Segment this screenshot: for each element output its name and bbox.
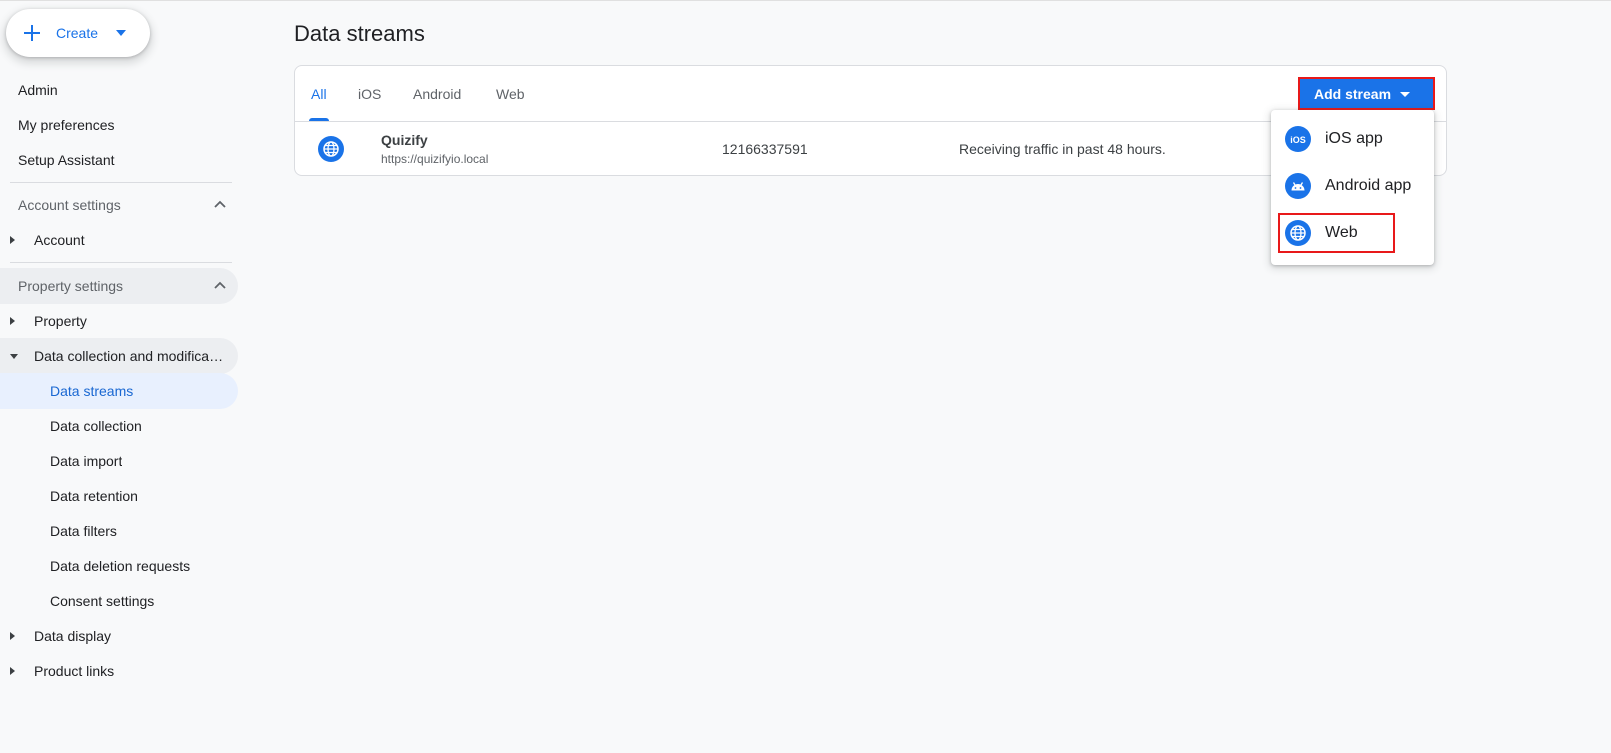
section-header-label: Account settings <box>18 197 121 213</box>
sidebar-item-data-filters[interactable]: Data filters <box>0 513 244 549</box>
sidebar-item-label: Data collection <box>50 418 142 434</box>
expand-arrow-icon <box>10 632 15 640</box>
sidebar-item-label: Account <box>34 232 85 248</box>
svg-text:iOS: iOS <box>1290 135 1306 145</box>
sidebar-item-my-preferences[interactable]: My preferences <box>0 107 244 143</box>
menu-item-label: Android app <box>1325 177 1412 194</box>
expand-arrow-icon <box>10 317 15 325</box>
android-icon <box>1285 173 1311 199</box>
chevron-up-icon <box>214 281 226 289</box>
chevron-up-icon <box>214 200 226 208</box>
sidebar-divider <box>10 262 232 263</box>
caret-down-icon <box>1400 92 1410 97</box>
menu-item-label: Web <box>1325 224 1358 241</box>
expand-arrow-icon <box>10 236 15 244</box>
property-settings-header[interactable]: Property settings <box>0 268 238 304</box>
sidebar-item-admin[interactable]: Admin <box>0 72 244 108</box>
stream-url: https://quizifyio.local <box>381 152 489 166</box>
expand-arrow-icon <box>10 667 15 675</box>
sidebar-item-label: Product links <box>34 663 115 679</box>
create-label: Create <box>56 25 99 41</box>
menu-item-android-app[interactable]: Android app <box>1271 163 1434 209</box>
collapse-arrow-icon <box>10 354 18 359</box>
sidebar-item-label: Data retention <box>50 488 138 504</box>
sidebar-item-label: Data collection and modifica… <box>34 348 224 364</box>
sidebar-item-setup-assistant[interactable]: Setup Assistant <box>0 142 244 178</box>
tab-label: Android <box>413 85 462 102</box>
caret-down-icon <box>116 30 127 36</box>
sidebar-item-data-collection[interactable]: Data collection <box>0 408 244 444</box>
sidebar-item-product-links[interactable]: Product links <box>0 653 244 689</box>
tab-android[interactable]: Android <box>413 66 461 121</box>
globe-icon <box>1285 220 1311 246</box>
sidebar-item-data-display[interactable]: Data display <box>0 618 244 654</box>
sidebar-divider <box>10 182 232 183</box>
stream-name: Quizify <box>381 132 428 148</box>
sidebar-item-label: Consent settings <box>50 593 155 609</box>
sidebar-item-label: Admin <box>18 82 58 98</box>
sidebar-item-property[interactable]: Property <box>0 303 244 339</box>
sidebar-item-label: Data display <box>34 628 112 644</box>
sidebar-item-data-streams[interactable]: Data streams <box>0 373 238 409</box>
tab-label: All <box>311 85 327 102</box>
sidebar-item-label: My preferences <box>18 117 115 133</box>
plus-icon <box>24 25 40 41</box>
ios-icon: iOS <box>1285 126 1311 152</box>
stream-id: 12166337591 <box>722 141 808 157</box>
tab-web[interactable]: Web <box>496 66 525 121</box>
create-button[interactable]: Create <box>6 9 150 57</box>
sidebar-item-data-import[interactable]: Data import <box>0 443 244 479</box>
tab-all[interactable]: All <box>309 66 329 121</box>
add-stream-menu: iOS iOS app Android app Web <box>1271 110 1434 265</box>
sidebar-item-label: Data streams <box>50 383 134 399</box>
sidebar-item-account[interactable]: Account <box>0 222 244 258</box>
tab-label: iOS <box>358 85 382 102</box>
sidebar-item-consent-settings[interactable]: Consent settings <box>0 583 244 619</box>
sidebar-item-data-retention[interactable]: Data retention <box>0 478 244 514</box>
page-title: Data streams <box>294 21 425 46</box>
section-header-label: Property settings <box>18 278 124 294</box>
sidebar-item-label: Data filters <box>50 523 117 539</box>
tab-label: Web <box>496 85 525 102</box>
menu-item-web[interactable]: Web <box>1271 210 1434 256</box>
sidebar-item-label: Data import <box>50 453 123 469</box>
sidebar-item-data-collection-and-modification[interactable]: Data collection and modifica… <box>0 338 238 374</box>
add-stream-button[interactable]: Add stream <box>1298 77 1435 110</box>
sidebar-item-label: Setup Assistant <box>18 152 115 168</box>
sidebar: Create Admin My preferences Setup Assist… <box>0 1 244 753</box>
add-stream-label: Add stream <box>1314 85 1392 102</box>
account-settings-header[interactable]: Account settings <box>0 187 244 223</box>
menu-item-ios-app[interactable]: iOS iOS app <box>1271 116 1434 162</box>
sidebar-item-data-deletion-requests[interactable]: Data deletion requests <box>0 548 244 584</box>
sidebar-item-label: Data deletion requests <box>50 558 191 574</box>
stream-status: Receiving traffic in past 48 hours. <box>959 141 1166 157</box>
tab-ios[interactable]: iOS <box>358 66 381 121</box>
sidebar-item-label: Property <box>34 313 87 329</box>
globe-icon <box>318 136 344 162</box>
menu-item-label: iOS app <box>1325 130 1383 147</box>
